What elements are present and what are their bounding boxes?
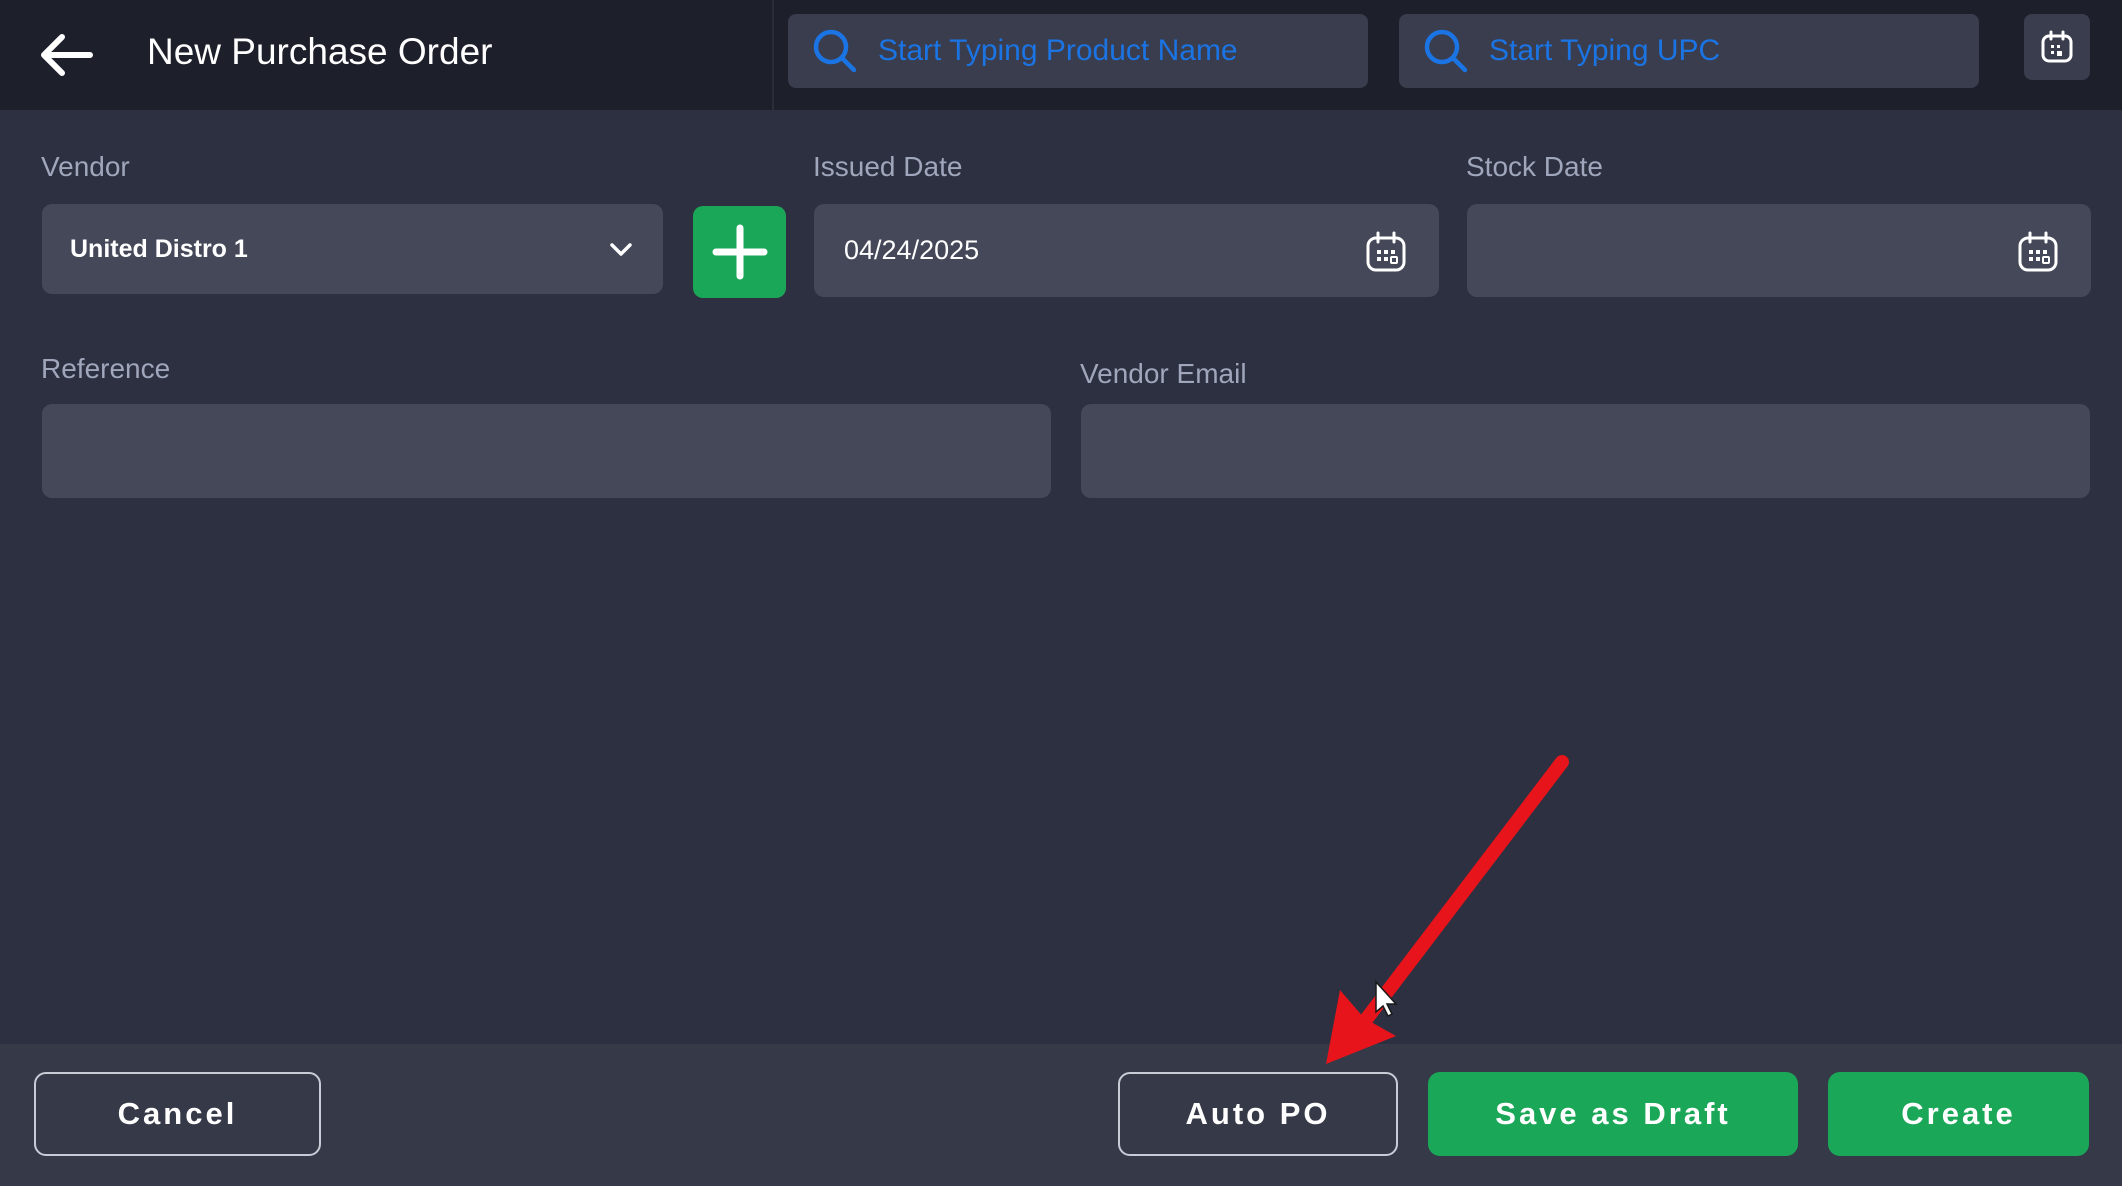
- search-icon: [1423, 28, 1469, 74]
- back-button[interactable]: [36, 25, 96, 85]
- annotation-arrow: [1326, 755, 1569, 1064]
- create-button[interactable]: Create: [1828, 1072, 2089, 1156]
- stock-date-label: Stock Date: [1466, 151, 1603, 182]
- product-search-box[interactable]: [788, 14, 1368, 88]
- calendar-icon: [2041, 30, 2073, 63]
- upc-search-box[interactable]: [1399, 14, 1979, 88]
- product-search-input[interactable]: [878, 34, 1298, 68]
- vendor-email-label: Vendor Email: [1080, 358, 1247, 389]
- add-vendor-button[interactable]: [693, 206, 786, 298]
- mouse-cursor-icon: [1375, 980, 1398, 1018]
- page-title: New Purchase Order: [147, 31, 493, 72]
- header-divider: [772, 0, 774, 110]
- chevron-down-icon: [610, 243, 632, 256]
- auto-po-button[interactable]: Auto PO: [1118, 1072, 1398, 1156]
- calendar-icon[interactable]: [2017, 231, 2059, 273]
- upc-search-input[interactable]: [1489, 34, 1909, 68]
- arrow-left-icon: [41, 34, 93, 76]
- issued-date-label: Issued Date: [813, 151, 963, 182]
- calendar-button[interactable]: [2024, 14, 2090, 80]
- vendor-label: Vendor: [41, 151, 130, 182]
- save-draft-button[interactable]: Save as Draft: [1428, 1072, 1798, 1156]
- calendar-icon[interactable]: [1365, 231, 1407, 273]
- search-icon: [812, 28, 858, 74]
- vendor-email-field[interactable]: [1081, 404, 2090, 498]
- reference-input[interactable]: [42, 404, 1051, 498]
- stock-date-field[interactable]: [1467, 204, 2091, 297]
- vendor-email-input[interactable]: [1081, 404, 2090, 498]
- vendor-select[interactable]: United Distro 1: [42, 204, 663, 294]
- top-bar: New Purchase Order: [0, 0, 2122, 110]
- plus-icon: [712, 224, 767, 280]
- reference-label: Reference: [41, 353, 171, 384]
- reference-field[interactable]: [42, 404, 1051, 498]
- cancel-button[interactable]: Cancel: [34, 1072, 321, 1156]
- issued-date-value: 04/24/2025: [844, 235, 980, 265]
- vendor-selected-value: United Distro 1: [70, 234, 248, 263]
- issued-date-field[interactable]: 04/24/2025: [814, 204, 1439, 297]
